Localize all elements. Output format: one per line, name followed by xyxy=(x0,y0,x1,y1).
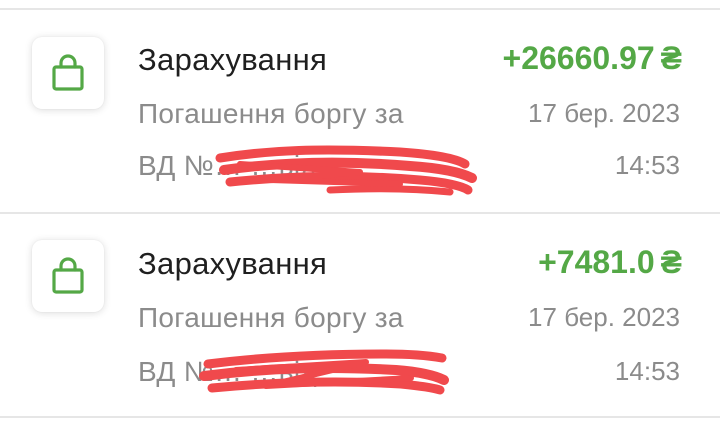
transaction-row[interactable]: Зарахування +26660.97 ₴ Погашення боргу з… xyxy=(0,10,720,210)
transaction-category-tile xyxy=(32,37,104,109)
transaction-row[interactable]: Зарахування +7481.0 ₴ Погашення боргу за … xyxy=(0,214,720,414)
transaction-description-line2: ВД №… …від … xyxy=(138,150,354,181)
amount-value: +26660.97 xyxy=(502,40,655,76)
currency-symbol: ₴ xyxy=(660,244,682,280)
transaction-category-tile xyxy=(32,240,104,312)
transaction-time: 14:53 xyxy=(614,356,680,386)
transaction-amount: +26660.97 ₴ xyxy=(503,40,683,77)
transaction-date: 17 бер. 2023 xyxy=(528,98,680,128)
transaction-title: Зарахування xyxy=(138,42,328,77)
transaction-time: 14:53 xyxy=(614,150,680,180)
transaction-description-line1: Погашення боргу за xyxy=(138,302,404,333)
currency-symbol: ₴ xyxy=(660,40,682,76)
transaction-description-line2: ВД №… …від … xyxy=(138,356,354,387)
transaction-date: 17 бер. 2023 xyxy=(528,302,680,332)
shopping-bag-icon xyxy=(48,53,88,93)
transaction-description-line1: Погашення боргу за xyxy=(138,98,404,129)
transaction-title: Зарахування xyxy=(138,246,328,281)
shopping-bag-icon xyxy=(48,256,88,296)
amount-value: +7481.0 xyxy=(538,244,655,280)
bottom-divider xyxy=(0,416,720,418)
transaction-amount: +7481.0 ₴ xyxy=(538,244,682,281)
